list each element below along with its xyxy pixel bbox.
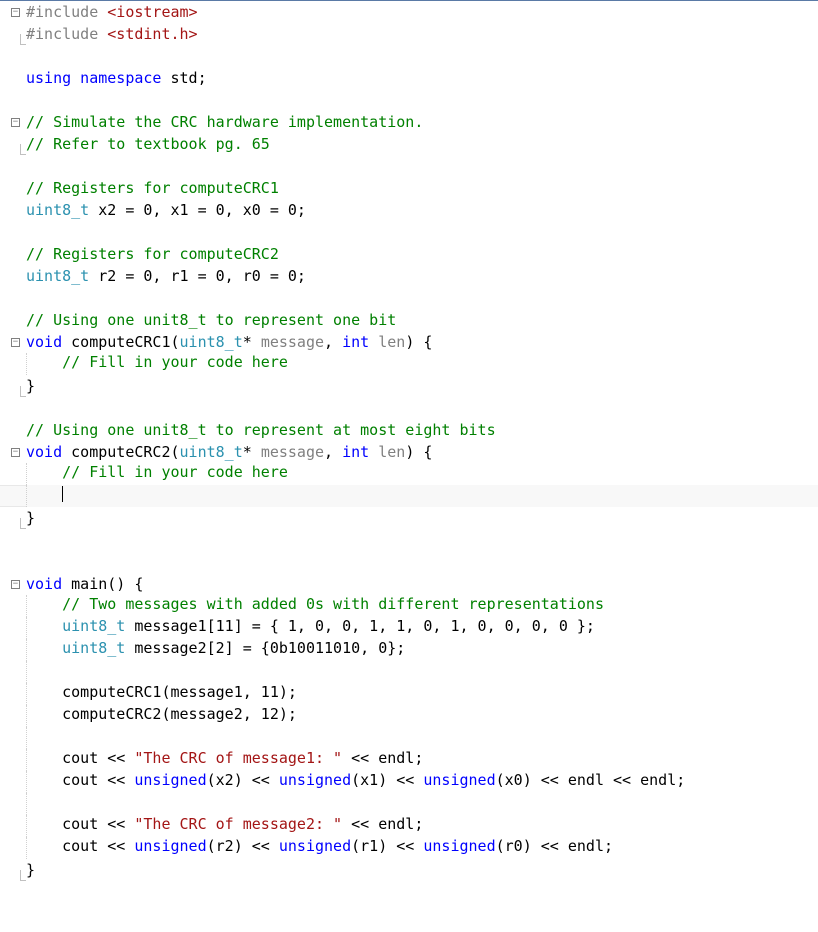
function: computeCRC2( (62, 443, 179, 461)
code-line[interactable] (0, 89, 818, 111)
code-line[interactable]: − void main() { (0, 573, 818, 595)
string: "The CRC of message2: " (134, 815, 342, 833)
function: main() { (62, 575, 143, 593)
comment: // Fill in your code here (62, 463, 288, 481)
preprocessor: #include (26, 3, 98, 21)
code-line[interactable] (0, 727, 818, 749)
type: uint8_t (62, 617, 125, 635)
code-line[interactable]: // Using one unit8_t to represent at mos… (0, 419, 818, 441)
code-line[interactable]: cout << unsigned(r2) << unsigned(r1) << … (0, 837, 818, 859)
fold-minus-icon[interactable]: − (11, 448, 20, 457)
param: message (261, 443, 324, 461)
function: computeCRC1( (62, 333, 179, 351)
comment: // Using one unit8_t to represent one bi… (26, 311, 396, 329)
code-line[interactable] (0, 155, 818, 177)
code-line[interactable]: cout << "The CRC of message2: " << endl; (0, 815, 818, 837)
text: computeCRC1(message1, 11); (62, 683, 297, 701)
code-editor[interactable]: − #include <iostream> #include <stdint.h… (0, 0, 818, 881)
code-line[interactable]: − // Simulate the CRC hardware implement… (0, 111, 818, 133)
keyword: using (26, 69, 71, 87)
code-line-current[interactable] (0, 485, 818, 507)
keyword: namespace (71, 69, 161, 87)
code-line[interactable]: − void computeCRC2(uint8_t* message, int… (0, 441, 818, 463)
code-line[interactable]: cout << "The CRC of message1: " << endl; (0, 749, 818, 771)
comment: // Fill in your code here (62, 353, 288, 371)
include-header: <iostream> (98, 3, 197, 21)
code-line[interactable]: // Fill in your code here (0, 353, 818, 375)
comment: // Simulate the CRC hardware implementat… (26, 113, 423, 131)
code-line[interactable]: uint8_t message1[11] = { 1, 0, 0, 1, 1, … (0, 617, 818, 639)
string: "The CRC of message1: " (134, 749, 342, 767)
text: message2[2] = {0b10011010, 0}; (125, 639, 405, 657)
code-line[interactable]: uint8_t r2 = 0, r1 = 0, r0 = 0; (0, 265, 818, 287)
brace: } (26, 509, 35, 527)
type: uint8_t (180, 443, 243, 461)
code-line[interactable]: // Registers for computeCRC2 (0, 243, 818, 265)
param: message (261, 333, 324, 351)
keyword: int (342, 443, 369, 461)
keyword: void (26, 443, 62, 461)
text-cursor (62, 486, 63, 502)
type: uint8_t (26, 267, 89, 285)
code-line[interactable]: // Refer to textbook pg. 65 (0, 133, 818, 155)
code-line[interactable] (0, 287, 818, 309)
text: computeCRC2(message2, 12); (62, 705, 297, 723)
code-line[interactable] (0, 793, 818, 815)
brace: } (26, 377, 35, 395)
comment: // Registers for computeCRC2 (26, 245, 279, 263)
type: uint8_t (62, 639, 125, 657)
code-line[interactable] (0, 397, 818, 419)
type: uint8_t (180, 333, 243, 351)
code-line[interactable]: using namespace std; (0, 67, 818, 89)
code-line[interactable] (0, 221, 818, 243)
code-line[interactable]: − void computeCRC1(uint8_t* message, int… (0, 331, 818, 353)
fold-minus-icon[interactable]: − (11, 8, 20, 17)
fold-minus-icon[interactable]: − (11, 118, 20, 127)
text: r2 = 0, r1 = 0, r0 = 0; (89, 267, 306, 285)
code-line[interactable]: computeCRC1(message1, 11); (0, 683, 818, 705)
comment: // Using one unit8_t to represent at mos… (26, 421, 496, 439)
text: message1[11] = { 1, 0, 0, 1, 1, 0, 1, 0,… (125, 617, 595, 635)
code-line[interactable]: // Registers for computeCRC1 (0, 177, 818, 199)
code-line[interactable]: // Two messages with added 0s with diffe… (0, 595, 818, 617)
comment: // Two messages with added 0s with diffe… (62, 595, 604, 613)
code-line[interactable]: cout << unsigned(x2) << unsigned(x1) << … (0, 771, 818, 793)
code-line[interactable] (0, 529, 818, 551)
brace: } (26, 861, 35, 879)
preprocessor: #include (26, 25, 98, 43)
comment: // Registers for computeCRC1 (26, 179, 279, 197)
code-line[interactable]: // Using one unit8_t to represent one bi… (0, 309, 818, 331)
type: uint8_t (26, 201, 89, 219)
include-header: <stdint.h> (98, 25, 197, 43)
text: std; (161, 69, 206, 87)
code-line[interactable]: #include <stdint.h> (0, 23, 818, 45)
code-line[interactable] (0, 551, 818, 573)
param: len (378, 443, 405, 461)
code-line[interactable] (0, 661, 818, 683)
code-line[interactable]: − #include <iostream> (0, 1, 818, 23)
code-line[interactable]: } (0, 375, 818, 397)
comment: // Refer to textbook pg. 65 (26, 135, 270, 153)
text: x2 = 0, x1 = 0, x0 = 0; (89, 201, 306, 219)
fold-minus-icon[interactable]: − (11, 338, 20, 347)
code-line[interactable]: uint8_t x2 = 0, x1 = 0, x0 = 0; (0, 199, 818, 221)
code-line[interactable]: } (0, 859, 818, 881)
keyword: void (26, 575, 62, 593)
code-line[interactable] (0, 45, 818, 67)
keyword: void (26, 333, 62, 351)
fold-minus-icon[interactable]: − (11, 580, 20, 589)
code-line[interactable]: } (0, 507, 818, 529)
param: len (378, 333, 405, 351)
keyword: int (342, 333, 369, 351)
code-line[interactable]: // Fill in your code here (0, 463, 818, 485)
code-line[interactable]: uint8_t message2[2] = {0b10011010, 0}; (0, 639, 818, 661)
code-line[interactable]: computeCRC2(message2, 12); (0, 705, 818, 727)
